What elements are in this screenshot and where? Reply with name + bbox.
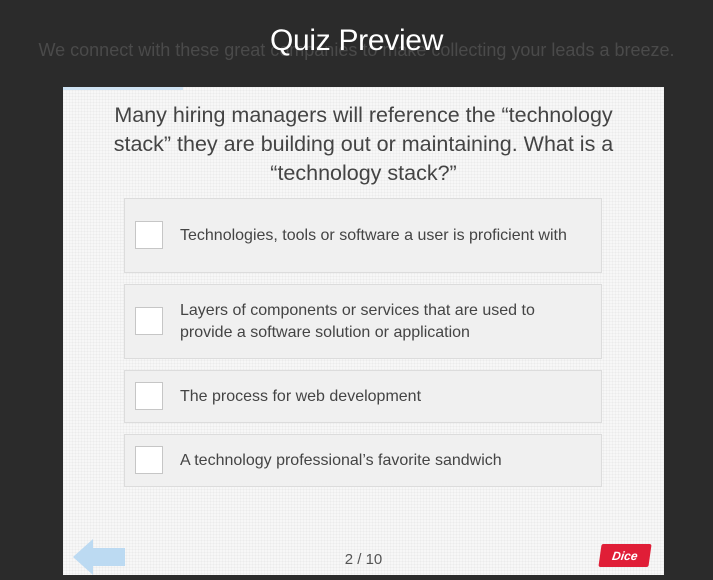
- quiz-question: Many hiring managers will reference the …: [113, 103, 614, 185]
- answer-checkbox[interactable]: [135, 381, 163, 410]
- answer-label: Technologies, tools or software a user i…: [180, 226, 567, 244]
- answer-label: Layers of components or services that ar…: [180, 301, 535, 341]
- dice-logo: Dice: [598, 544, 652, 567]
- page-indicator: 2 / 10: [344, 551, 383, 568]
- answer-option-1[interactable]: Technologies, tools or software a user i…: [124, 198, 602, 273]
- answer-checkbox[interactable]: [135, 220, 163, 249]
- answer-label: The process for web development: [180, 387, 422, 405]
- answer-checkbox[interactable]: [135, 445, 163, 474]
- modal-title: Quiz Preview: [269, 24, 444, 57]
- answer-label: A technology professional’s favorite san…: [180, 451, 502, 469]
- answer-checkbox[interactable]: [135, 306, 163, 335]
- answer-option-3[interactable]: The process for web development: [124, 370, 602, 423]
- quiz-card: Many hiring managers will reference the …: [63, 87, 664, 575]
- answer-option-2[interactable]: Layers of components or services that ar…: [124, 284, 602, 359]
- answer-option-4[interactable]: A technology professional’s favorite san…: [124, 434, 602, 487]
- quiz-progress-bar: [63, 87, 184, 90]
